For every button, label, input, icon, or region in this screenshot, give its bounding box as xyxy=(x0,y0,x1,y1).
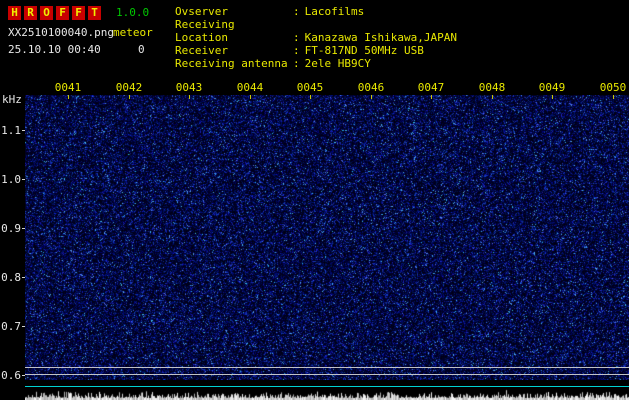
info-label: Receiver xyxy=(175,44,293,57)
info-label: Receiving Location xyxy=(175,18,293,44)
info-value: Lacofilms xyxy=(305,5,365,18)
info-row: Receiver: FT-817ND 50MHz USB xyxy=(175,44,457,57)
time-tick xyxy=(189,95,190,99)
khz-unit-label: kHz xyxy=(2,93,22,106)
reference-line-lower xyxy=(25,374,629,375)
time-axis-label: 0047 xyxy=(416,81,446,94)
info-value: 2ele HB9CY xyxy=(305,57,371,70)
app-version: 1.0.0 xyxy=(116,6,149,20)
info-value: FT-817ND 50MHz USB xyxy=(305,44,424,57)
spectrogram-canvas xyxy=(25,95,629,380)
info-value: Kanazawa Ishikawa,JAPAN xyxy=(305,31,457,44)
time-tick xyxy=(129,95,130,99)
info-separator: : xyxy=(293,5,300,18)
time-axis-label: 0048 xyxy=(477,81,507,94)
logo-letter: R xyxy=(24,6,37,20)
info-label: Receiving antenna xyxy=(175,57,293,70)
freq-axis-label: 0.8 xyxy=(0,271,21,284)
info-row: Receiving antenna:2ele HB9CY xyxy=(175,57,457,70)
signal-level-line xyxy=(25,386,629,387)
meteor-count: 0 xyxy=(138,43,145,56)
freq-axis-label: 1.0 xyxy=(0,173,21,186)
info-separator: : xyxy=(293,31,300,44)
time-tick xyxy=(552,95,553,99)
logo-letter: F xyxy=(56,6,69,20)
record-datetime: 25.10.10 00:40 xyxy=(8,43,101,56)
time-tick xyxy=(431,95,432,99)
time-axis-label: 0045 xyxy=(295,81,325,94)
time-axis-label: 0049 xyxy=(537,81,567,94)
time-tick xyxy=(250,95,251,99)
freq-axis-label: 0.9 xyxy=(0,222,21,235)
time-axis-label: 0046 xyxy=(356,81,386,94)
logo-letter: T xyxy=(88,6,101,20)
time-tick xyxy=(613,95,614,99)
info-row: Ovserver: Lacofilms xyxy=(175,5,457,18)
freq-axis-label: 0.6 xyxy=(0,369,21,382)
mode-label: meteor xyxy=(113,26,153,39)
time-axis-label: 0050 xyxy=(598,81,628,94)
time-axis-label: 0044 xyxy=(235,81,265,94)
time-tick xyxy=(68,95,69,99)
time-tick xyxy=(371,95,372,99)
time-tick xyxy=(310,95,311,99)
time-axis-label: 0041 xyxy=(53,81,83,94)
reference-line-upper xyxy=(25,367,629,368)
freq-axis-label: 1.1 xyxy=(0,124,21,137)
noise-floor-trace-canvas xyxy=(25,388,629,400)
observer-info-block: Ovserver: Lacofilms Receiving Location: Ka… xyxy=(175,5,457,70)
logo-letter: O xyxy=(40,6,53,20)
output-filename: XX2510100040.png xyxy=(8,26,114,39)
time-axis-label: 0042 xyxy=(114,81,144,94)
app-logo: H R O F F T 1.0.0 xyxy=(8,6,149,20)
hrofft-window: H R O F F T 1.0.0 XX2510100040.png meteo… xyxy=(0,0,629,400)
logo-letter: H xyxy=(8,6,21,20)
freq-axis-label: 0.7 xyxy=(0,320,21,333)
info-separator: : xyxy=(293,57,300,70)
info-separator: : xyxy=(293,44,300,57)
time-axis-label: 0043 xyxy=(174,81,204,94)
info-label: Ovserver xyxy=(175,5,293,18)
time-tick xyxy=(492,95,493,99)
info-row: Receiving Location: Kanazawa Ishikawa,JAP… xyxy=(175,18,457,44)
logo-letter: F xyxy=(72,6,85,20)
